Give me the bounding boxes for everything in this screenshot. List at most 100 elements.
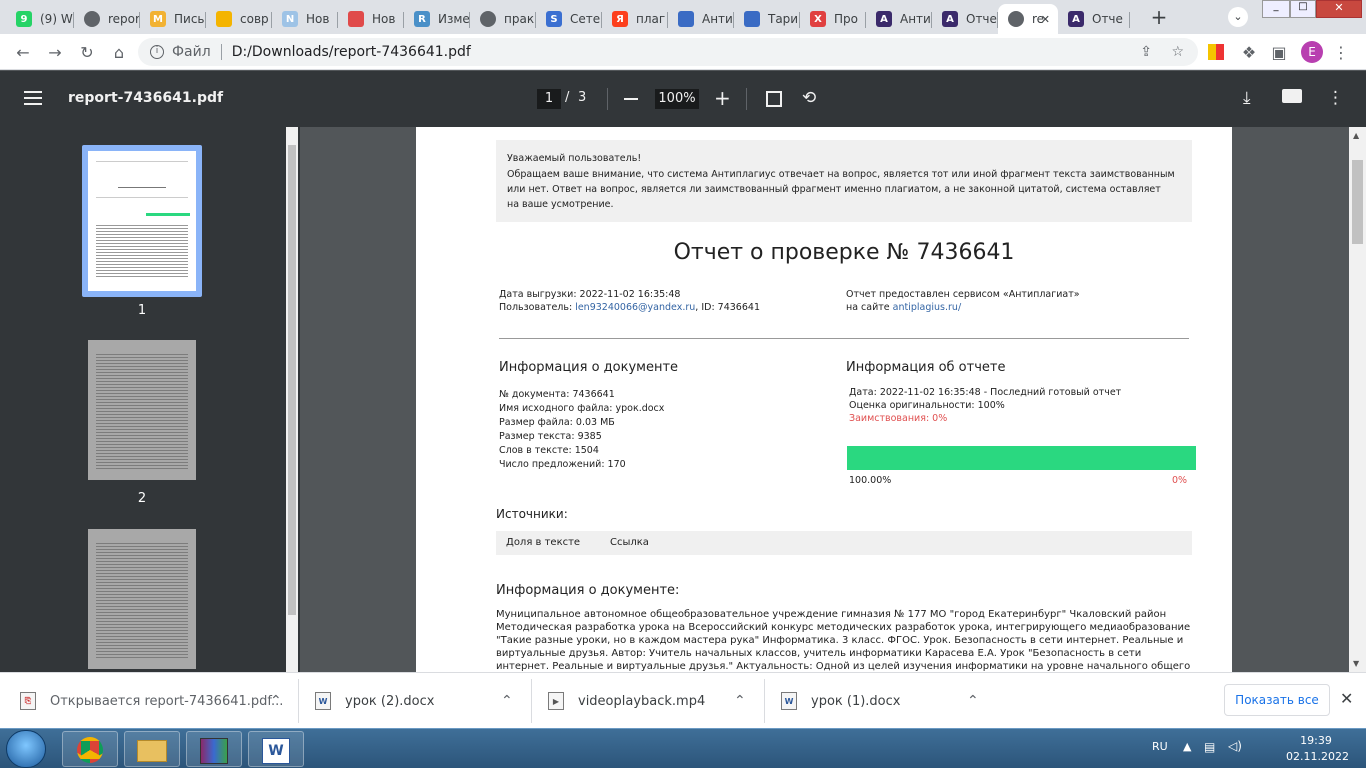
browser-tab[interactable]: совр	[206, 4, 272, 34]
body-line: Методическая разработка урока на Всеросс…	[496, 622, 1191, 633]
browser-tab[interactable]: R Изме	[404, 4, 470, 34]
home-icon[interactable]: ⌂	[108, 41, 130, 63]
download-item[interactable]: W урок (2).docx ⌃	[315, 673, 531, 729]
reload-icon[interactable]: ↻	[76, 41, 98, 63]
address-bar[interactable]: i Файл D:/Downloads/report-7436641.pdf ⇪…	[138, 38, 1198, 66]
share-icon[interactable]: ⇪	[1140, 44, 1152, 60]
tab-search-icon[interactable]: ⌄	[1228, 7, 1248, 27]
chevron-up-icon[interactable]: ⌃	[270, 693, 282, 709]
browser-tab[interactable]: repor	[74, 4, 140, 34]
extensions-puzzle-icon[interactable]: ❖	[1238, 41, 1260, 63]
download-label: videoplayback.mp4	[578, 693, 706, 709]
rotate-icon[interactable]: ⟲	[802, 88, 816, 108]
doc-info-heading: Информация о документе	[499, 360, 679, 375]
browser-tab[interactable]: A Анти	[866, 4, 932, 34]
doc-info-item: № документа: 7436641	[499, 389, 615, 400]
word-taskbar-button[interactable]: W	[248, 731, 304, 767]
pdf-viewer[interactable]: Уважаемый пользователь! Обращаем ваше вн…	[300, 127, 1349, 672]
download-item[interactable]: ▶ videoplayback.mp4 ⌃	[548, 673, 764, 729]
clock-time[interactable]: 19:39	[1286, 734, 1346, 747]
user-line: Пользователь: len93240066@yandex.ru, ID:…	[499, 302, 760, 313]
maximize-button[interactable]: □	[1290, 0, 1316, 18]
bookmark-star-icon[interactable]: ☆	[1171, 44, 1184, 60]
address-url: D:/Downloads/report-7436641.pdf	[231, 44, 471, 60]
sidebar-scrollbar[interactable]	[286, 127, 298, 672]
zoom-in-icon[interactable]: +	[714, 87, 731, 109]
language-indicator[interactable]: RU	[1152, 740, 1168, 753]
start-button[interactable]	[6, 730, 46, 768]
tab-title: прак	[504, 12, 535, 26]
tab-favicon-icon	[1008, 11, 1024, 27]
tab-title: repor	[108, 12, 140, 26]
browser-tab[interactable]: 9 (9) W	[6, 4, 74, 34]
tray-arrow-icon[interactable]: ▲	[1183, 740, 1191, 753]
pdf-menu-icon[interactable]	[24, 91, 42, 105]
explorer-taskbar-button[interactable]	[124, 731, 180, 767]
volume-icon[interactable]: ◁)	[1228, 739, 1242, 753]
winrar-taskbar-button[interactable]	[186, 731, 242, 767]
sources-col-share: Доля в тексте	[506, 537, 581, 548]
tab-favicon-icon: N	[282, 11, 298, 27]
forward-icon[interactable]: →	[44, 41, 66, 63]
zoom-out-icon[interactable]	[624, 98, 638, 100]
side-panel-icon[interactable]: ▣	[1268, 41, 1290, 63]
print-icon[interactable]	[1282, 89, 1302, 103]
close-window-button[interactable]: ✕	[1316, 0, 1362, 18]
chrome-menu-icon[interactable]: ⋮	[1330, 41, 1352, 63]
profile-avatar[interactable]: E	[1301, 41, 1323, 63]
tab-title: (9) W	[40, 12, 73, 26]
site-link[interactable]: antiplagius.ru/	[893, 302, 962, 313]
back-icon[interactable]: ←	[12, 41, 34, 63]
page-thumbnail[interactable]	[88, 151, 196, 291]
show-all-button[interactable]: Показать все	[1224, 684, 1330, 716]
browser-tab[interactable]: Яплаг	[602, 4, 668, 34]
zoom-level-input[interactable]: 100%	[655, 89, 699, 109]
minimize-button[interactable]: _	[1262, 0, 1290, 18]
tray-device-icon[interactable]: ▤	[1204, 740, 1215, 754]
info-icon[interactable]: i	[150, 45, 164, 59]
browser-tab[interactable]: прак	[470, 4, 536, 34]
page-number-input[interactable]: 1	[537, 89, 561, 109]
pdf-filename: report-7436641.pdf	[68, 90, 224, 106]
browser-tab[interactable]: Нов	[338, 4, 404, 34]
download-item[interactable]: W урок (1).docx ⌃	[781, 673, 997, 729]
tab-title: Анти	[900, 12, 931, 26]
close-tab-icon[interactable]: ✕	[1041, 13, 1050, 26]
scroll-thumb[interactable]	[1352, 160, 1363, 244]
doc-info-item: Число предложений: 170	[499, 459, 626, 470]
browser-tab[interactable]: re ✕	[998, 4, 1058, 34]
pdf-more-icon[interactable]: ⋮	[1327, 88, 1344, 108]
notice-title: Уважаемый пользователь!	[507, 153, 642, 164]
page-thumbnail[interactable]	[88, 340, 196, 480]
extension-flag-icon[interactable]	[1208, 44, 1224, 60]
browser-tab[interactable]: N Нов	[272, 4, 338, 34]
browser-tab[interactable]: X Про	[800, 4, 866, 34]
document-body: Муниципальное автономное общеобразовател…	[496, 608, 1192, 672]
browser-tab[interactable]: S Сете	[536, 4, 602, 34]
chevron-up-icon[interactable]: ⌃	[967, 693, 979, 709]
chevron-up-icon[interactable]: ⌃	[734, 693, 746, 709]
chrome-taskbar-button[interactable]	[62, 731, 118, 767]
doc-info-item: Размер файла: 0.03 МБ	[499, 417, 615, 428]
page-thumbnail[interactable]	[88, 529, 196, 669]
browser-tab[interactable]: Тари	[734, 4, 800, 34]
page-separator: /	[565, 90, 570, 105]
browser-tab[interactable]: A Отче	[932, 4, 998, 34]
fit-page-icon[interactable]	[766, 91, 782, 107]
close-download-bar-icon[interactable]: ✕	[1340, 689, 1353, 708]
chevron-up-icon[interactable]: ⌃	[501, 693, 513, 709]
clock-date[interactable]: 02.11.2022	[1286, 750, 1349, 763]
browser-tab[interactable]: A Отче	[1058, 4, 1130, 34]
user-email-link[interactable]: len93240066@yandex.ru	[575, 302, 695, 313]
scroll-down-arrow[interactable]: ▼	[1353, 659, 1359, 668]
service-line: Отчет предоставлен сервисом «Антиплагиат…	[846, 289, 1080, 300]
download-item[interactable]: ⎘ Открывается report-7436641.pdf... ⌃	[20, 673, 298, 729]
tab-favicon-icon	[744, 11, 760, 27]
new-tab-button[interactable]: +	[1148, 6, 1170, 28]
viewer-scrollbar[interactable]: ▲ ▼	[1349, 127, 1366, 672]
tab-favicon-icon	[84, 11, 100, 27]
download-icon[interactable]: ⤓	[1243, 88, 1251, 108]
browser-tab[interactable]: M Пись	[140, 4, 206, 34]
scroll-up-arrow[interactable]: ▲	[1353, 131, 1359, 140]
browser-tab[interactable]: Анти	[668, 4, 734, 34]
